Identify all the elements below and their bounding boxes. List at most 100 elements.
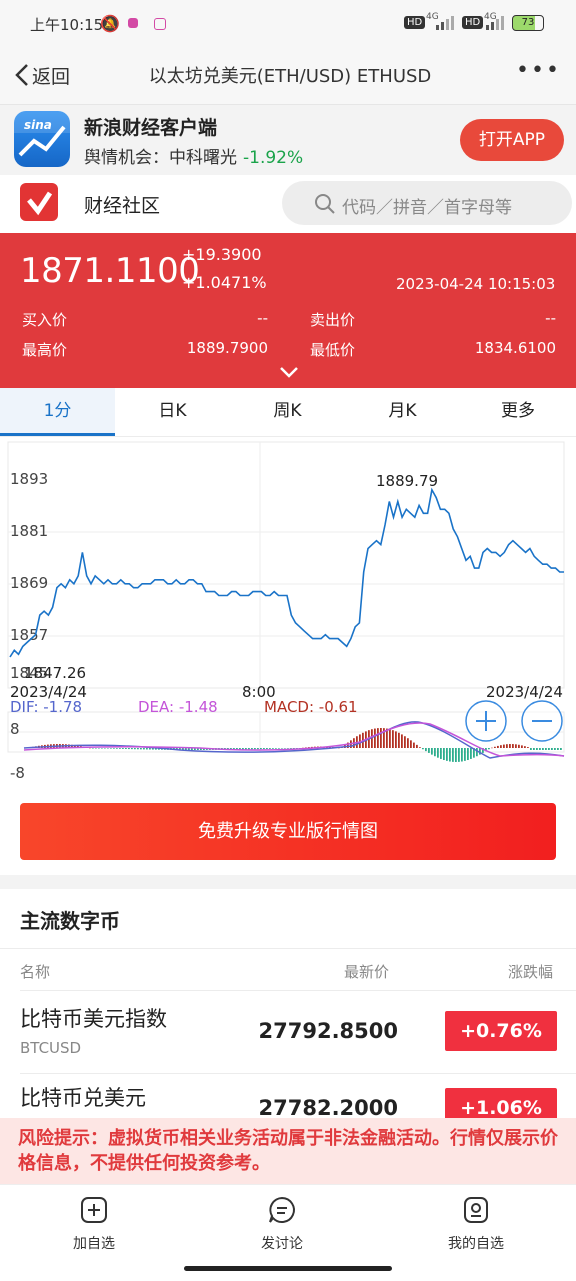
macd-bar (434, 748, 436, 757)
quote-timestamp: 2023-04-24 10:15:03 (396, 275, 556, 293)
macd-bar (401, 734, 403, 748)
table-row[interactable]: 比特币美元指数 BTCUSD 27792.8500 +0.76% (0, 991, 576, 1073)
macd-bar (101, 748, 103, 749)
battery-icon: 73 (512, 15, 544, 31)
macd-bar (92, 748, 94, 749)
macd-bar (410, 740, 412, 748)
search-input[interactable]: 代码／拼音／首字母等 (282, 181, 572, 225)
ask-label: 卖出价 (310, 311, 356, 329)
macd-bar (500, 745, 502, 748)
macd-bar (461, 748, 463, 762)
macd-bar (452, 748, 454, 762)
zoom-in-button[interactable] (465, 700, 507, 742)
macd-bar (125, 748, 127, 749)
macd-bar (428, 748, 430, 753)
community-label[interactable]: 财经社区 (84, 191, 160, 218)
back-button[interactable]: 返回 (14, 58, 70, 92)
macd-bar (515, 744, 517, 748)
macd-bar (536, 748, 538, 750)
more-options-button[interactable]: ••• (516, 58, 560, 92)
sina-finance-logo: sina (14, 111, 70, 167)
upgrade-chart-button[interactable]: 免费升级专业版行情图 (20, 803, 556, 860)
tab-weekly-k[interactable]: 周K (230, 388, 345, 434)
status-bar: 上午10:15 🔕 HD 4G HD 4G 73 (0, 0, 576, 48)
macd-bar (503, 744, 505, 748)
low-value: 1834.6100 (474, 339, 556, 357)
macd-bar (95, 748, 97, 749)
macd-bar (521, 745, 523, 748)
macd-bar (431, 748, 433, 755)
min-annotation: 1847.26 (24, 664, 86, 682)
my-watchlist-label: 我的自选 (448, 1236, 504, 1252)
macd-bar (509, 744, 511, 748)
macd-bar (119, 748, 121, 749)
macd-bar (527, 747, 529, 748)
add-watchlist-button[interactable]: 加自选 (34, 1195, 154, 1253)
macd-bar (455, 748, 457, 762)
high-label: 最高价 (22, 341, 68, 359)
banner-title: 新浪财经客户端 (84, 117, 218, 139)
discuss-button[interactable]: 发讨论 (222, 1195, 342, 1253)
macd-bar (446, 748, 448, 761)
macd-bar (146, 748, 148, 750)
back-label: 返回 (32, 65, 71, 88)
my-watchlist-button[interactable]: 我的自选 (416, 1195, 536, 1253)
dea-label: DEA: -1.48 (138, 698, 218, 716)
chevron-left-icon (15, 64, 28, 86)
app-download-banner[interactable]: sina 新浪财经客户端 舆情机会：中科曙光 -1.92% 打开APP (0, 105, 576, 175)
macd-bar (554, 748, 556, 750)
macd-bar (143, 748, 145, 750)
price-chart[interactable]: 1893 1881 1869 1857 1845 1889.79 1847.26… (0, 440, 576, 780)
column-header-change: 涨跌幅 (508, 963, 554, 981)
price-change: +19.3900 (182, 245, 262, 264)
tab-monthly-k[interactable]: 月K (345, 388, 460, 434)
macd-bar (140, 748, 142, 750)
community-logo-icon (20, 183, 58, 221)
macd-bar (464, 748, 466, 761)
macd-bar (131, 748, 133, 750)
macd-bar (545, 748, 547, 750)
coin-change-badge: +0.76% (445, 1011, 557, 1051)
y-tick: 1881 (10, 522, 48, 540)
section-title: 主流数字币 (20, 909, 120, 933)
low-label: 最低价 (310, 341, 356, 359)
macd-bar (275, 748, 277, 749)
bid-label: 买入价 (22, 311, 68, 329)
macd-bar (407, 738, 409, 748)
indicator-y-tick: 8 (10, 720, 20, 738)
macd-bar (122, 748, 124, 749)
macd-bar (506, 744, 508, 748)
open-app-button[interactable]: 打开APP (460, 119, 564, 161)
macd-bar (425, 748, 427, 752)
search-icon (315, 194, 335, 214)
coin-price: 27782.2000 (258, 1096, 398, 1120)
macd-bar (404, 736, 406, 748)
macd-bar (287, 748, 289, 749)
macd-bar (107, 748, 109, 749)
macd-bar (128, 748, 130, 750)
macd-bar (374, 728, 376, 748)
zoom-out-button[interactable] (521, 700, 563, 742)
macd-bar (449, 748, 451, 762)
macd-bar (254, 748, 256, 750)
price-change-percent: +1.0471% (182, 273, 267, 292)
expand-chevron-icon[interactable] (278, 365, 300, 379)
macd-bar (248, 748, 250, 750)
banner-subtitle-text: 舆情机会：中科曙光 (84, 148, 237, 168)
macd-bar (518, 744, 520, 748)
tab-daily-k[interactable]: 日K (115, 388, 230, 434)
app-notification-icon (154, 18, 166, 30)
macd-bar (266, 748, 268, 749)
macd-bar (110, 748, 112, 749)
indicator-y-tick: -8 (10, 764, 25, 780)
tab-more[interactable]: 更多 (460, 388, 576, 434)
macd-bar (251, 748, 253, 750)
macd-bar (293, 748, 295, 749)
macd-bar (284, 748, 286, 749)
nav-bar: 返回 以太坊兑美元(ETH/USD) ETHUSD ••• (0, 48, 576, 105)
quote-panel: 1871.1100 +19.3900 +1.0471% 2023-04-24 1… (0, 233, 576, 388)
macd-bar (560, 748, 562, 750)
tab-1min[interactable]: 1分 (0, 388, 115, 436)
coin-name: 比特币美元指数 (20, 1007, 167, 1031)
macd-bar (98, 748, 100, 749)
